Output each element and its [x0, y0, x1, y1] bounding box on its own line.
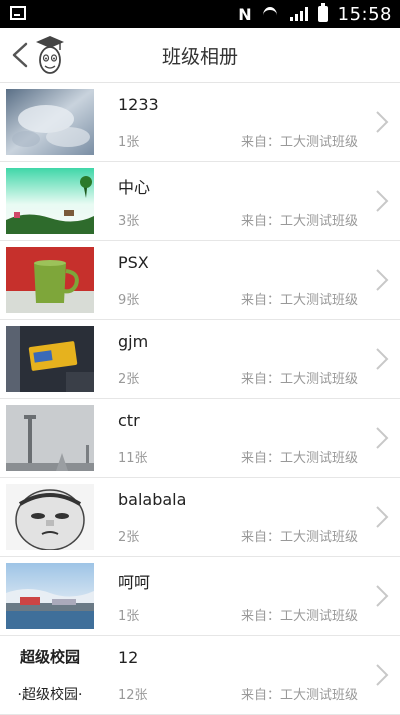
signal-icon — [289, 7, 308, 21]
screenshot-notification-icon — [10, 6, 26, 20]
header-bar: 班级相册 — [0, 28, 400, 83]
album-name: 12 — [118, 648, 139, 667]
album-source: 来自：工大测试班级 — [240, 609, 358, 624]
page-title: 班级相册 — [161, 46, 238, 68]
photo-count: 2张 — [118, 530, 140, 545]
album-source: 来自：工大测试班级 — [240, 135, 358, 150]
thumbnail-logo-text: ·超级校园· — [17, 687, 83, 703]
chevron-right-icon — [376, 585, 389, 607]
album-source: 来自：工大测试班级 — [240, 372, 358, 387]
album-name: gjm — [118, 332, 149, 351]
album-thumbnail — [6, 326, 94, 392]
photo-count: 2张 — [118, 372, 140, 387]
album-name: ctr — [118, 411, 140, 430]
chevron-right-icon — [376, 111, 389, 133]
album-source: 来自：工大测试班级 — [240, 214, 358, 229]
album-thumbnail — [6, 563, 94, 629]
album-row[interactable]: gjm 2张 来自：工大测试班级 — [0, 320, 400, 399]
album-thumbnail — [6, 89, 94, 155]
album-row[interactable]: 呵呵 1张 来自：工大测试班级 — [0, 557, 400, 636]
chevron-right-icon — [376, 664, 389, 686]
wifi-icon — [262, 6, 280, 22]
photo-count: 12张 — [118, 688, 148, 703]
album-source: 来自：工大测试班级 — [240, 530, 358, 545]
album-name: 1233 — [118, 95, 159, 114]
chevron-right-icon — [376, 427, 389, 449]
album-row[interactable]: 超级校园 ·超级校园· 12 12张 来自：工大测试班级 — [0, 636, 400, 715]
album-row[interactable]: balabala 2张 来自：工大测试班级 — [0, 478, 400, 557]
chevron-right-icon — [376, 190, 389, 212]
chevron-right-icon — [376, 348, 389, 370]
album-source: 来自：工大测试班级 — [240, 688, 358, 703]
album-row[interactable]: 1233 1张 来自：工大测试班级 — [0, 83, 400, 162]
chevron-right-icon — [376, 506, 389, 528]
status-time: 15:58 — [337, 3, 392, 25]
album-list: 1233 1张 来自：工大测试班级 中心 3张 来自：工大测试班级 PSX 9张… — [0, 83, 400, 715]
album-row[interactable]: PSX 9张 来自：工大测试班级 — [0, 241, 400, 320]
album-thumbnail — [6, 484, 94, 550]
album-name: balabala — [118, 490, 187, 509]
album-name: 呵呵 — [118, 573, 151, 592]
photo-count: 11张 — [118, 451, 148, 466]
status-icons: N 15:58 — [238, 3, 392, 25]
chevron-right-icon — [376, 269, 389, 291]
album-thumbnail: 超级校园 ·超级校园· — [6, 642, 94, 708]
album-source: 来自：工大测试班级 — [240, 293, 358, 308]
album-row[interactable]: 中心 3张 来自：工大测试班级 — [0, 162, 400, 241]
album-name: PSX — [118, 253, 149, 272]
battery-icon — [317, 3, 328, 22]
thumbnail-logo-text: 超级校园 — [19, 648, 80, 666]
album-row[interactable]: ctr 11张 来自：工大测试班级 — [0, 399, 400, 478]
album-thumbnail — [6, 168, 94, 234]
photo-count: 9张 — [118, 293, 140, 308]
nfc-icon: N — [238, 4, 252, 24]
photo-count: 1张 — [118, 609, 140, 624]
album-thumbnail — [6, 405, 94, 471]
album-thumbnail — [6, 247, 94, 313]
status-bar: N 15:58 — [0, 0, 400, 28]
photo-count: 1张 — [118, 135, 140, 150]
album-name: 中心 — [118, 178, 151, 197]
photo-count: 3张 — [118, 214, 140, 229]
album-source: 来自：工大测试班级 — [240, 451, 358, 466]
